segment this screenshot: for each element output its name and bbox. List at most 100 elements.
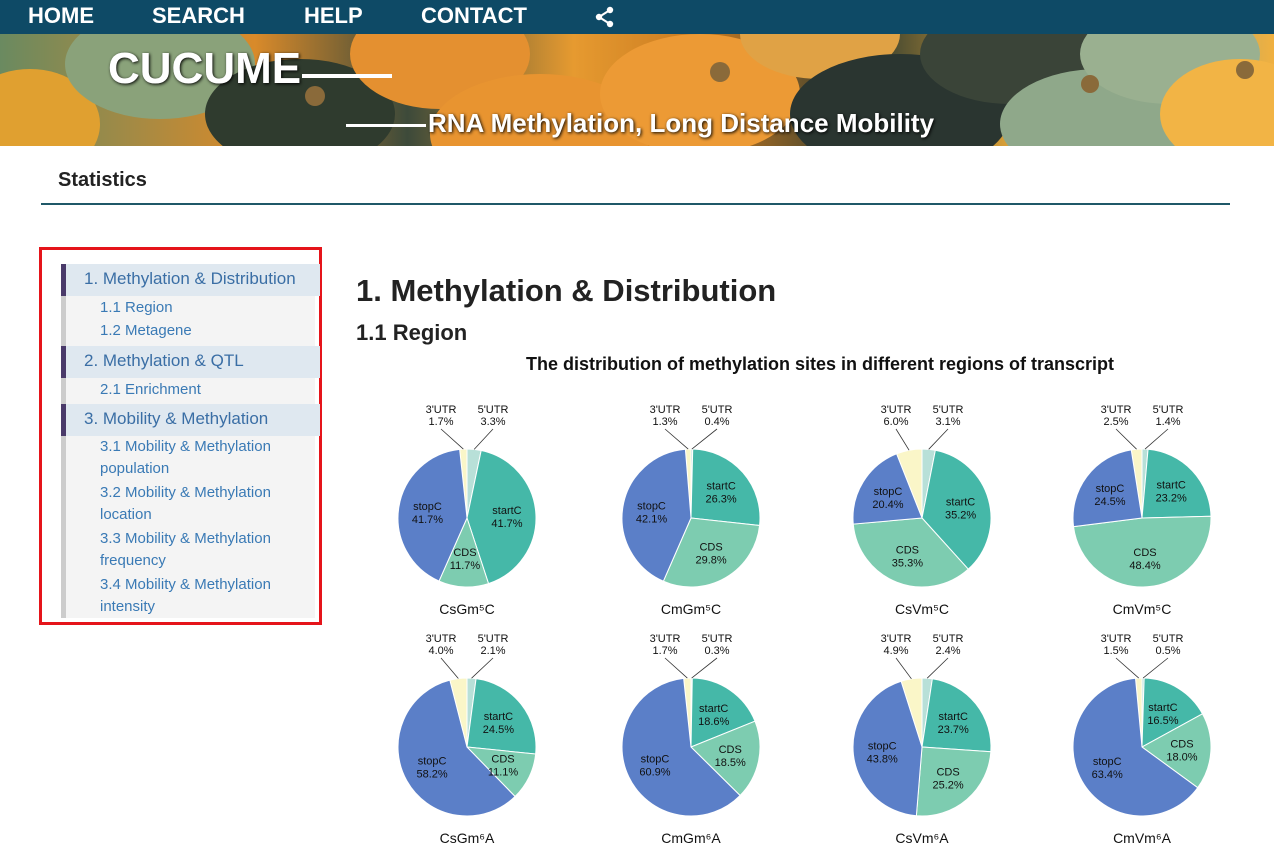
slice-value: 1.7% <box>428 416 453 428</box>
leader-line <box>1144 428 1169 450</box>
slice-value: 23.2% <box>1156 493 1187 505</box>
toc-item-1-1[interactable]: 1.1 Region <box>100 297 300 319</box>
subsection-heading: 1.1 Region <box>356 320 468 345</box>
slice-label: stopC <box>418 756 447 768</box>
slice-value: 41.7% <box>412 514 443 526</box>
toc-item-1-2[interactable]: 1.2 Metagene <box>100 320 300 342</box>
slice-label: 5'UTR <box>702 633 733 645</box>
leader-line <box>895 428 910 451</box>
leader-line <box>1142 657 1169 679</box>
slice-label: 5'UTR <box>933 633 964 645</box>
leader-line <box>1115 657 1140 679</box>
pie-chart: startC23.7% CDS25.2% stopC43.8% 3'UTR4.9% 5'… <box>852 633 992 846</box>
pie-chart-label: CmVm⁵C <box>1113 601 1172 617</box>
toc-item-3-2[interactable]: 3.2 Mobility & Methylation location <box>100 482 300 526</box>
slice-label: CDS <box>453 547 476 559</box>
pie-chart-label: CmVm⁶A <box>1113 830 1172 846</box>
slice-label: CDS <box>896 544 919 556</box>
slice-label: startC <box>939 711 968 723</box>
leader-line <box>691 428 718 450</box>
slice-label: 3'UTR <box>1101 404 1132 416</box>
slice-label: startC <box>484 711 513 723</box>
toc-section-1[interactable]: 1. Methylation & Distribution <box>61 264 320 296</box>
slice-value: 0.3% <box>704 645 729 657</box>
slice-label: CDS <box>491 753 514 765</box>
slice-value: 43.8% <box>867 754 898 766</box>
slice-value: 2.5% <box>1103 416 1128 428</box>
slice-value: 24.5% <box>1094 496 1125 508</box>
nav-help[interactable]: HELP <box>304 3 363 29</box>
slice-label: 3'UTR <box>650 404 681 416</box>
slice-value: 24.5% <box>483 724 514 736</box>
slice-value: 11.7% <box>450 560 481 572</box>
leader-line <box>471 657 494 679</box>
slice-value: 41.7% <box>491 518 522 530</box>
slice-label: stopC <box>413 501 442 513</box>
pie-chart: startC41.7%CDS11.7%stopC41.7%3'UTR1.7%5'… <box>397 404 537 617</box>
slice-value: 11.1% <box>488 766 519 778</box>
slice-value: 48.4% <box>1129 560 1160 572</box>
toc-section-2[interactable]: 2. Methylation & QTL <box>61 346 320 378</box>
slice-label: 3'UTR <box>426 404 457 416</box>
slice-value: 35.3% <box>892 557 923 569</box>
slice-value: 20.4% <box>872 499 903 511</box>
slice-value: 6.0% <box>883 416 908 428</box>
slice-label: 5'UTR <box>702 404 733 416</box>
slice-value: 4.9% <box>883 645 908 657</box>
pie-chart-label: CsVm⁵C <box>895 601 949 617</box>
decorative-line <box>302 74 392 78</box>
slice-value: 63.4% <box>1092 769 1123 781</box>
toc-section-3[interactable]: 3. Mobility & Methylation <box>61 404 320 436</box>
pie-chart: startC26.3% CDS29.8% stopC42.1% 3'UTR1.3% 5'… <box>621 404 761 617</box>
slice-label: 3'UTR <box>881 404 912 416</box>
leader-line <box>664 657 688 679</box>
top-nav: HOME SEARCH HELP CONTACT <box>0 0 1274 34</box>
slice-label: 5'UTR <box>1153 404 1184 416</box>
toc-item-3-1[interactable]: 3.1 Mobility & Methylation population <box>100 436 300 480</box>
pie-chart: startC24.5% CDS11.1% stopC58.2% 3'UTR4.0% 5'… <box>397 633 537 846</box>
chart-title: The distribution of methylation sites in… <box>526 354 1115 374</box>
nav-search[interactable]: SEARCH <box>152 3 245 29</box>
toc-item-3-3[interactable]: 3.3 Mobility & Methylation frequency <box>100 528 300 572</box>
pie-chart-label: CsGm⁵C <box>439 601 495 617</box>
header-banner: CUCUME RNA Methylation, Long Distance Mo… <box>0 34 1274 146</box>
leader-line <box>895 657 912 680</box>
slice-value: 0.5% <box>1155 645 1180 657</box>
toc-list: 1. Methylation & Distribution 1.1 Region… <box>61 264 320 618</box>
slice-value: 18.0% <box>1166 752 1197 764</box>
slice-label: stopC <box>868 741 897 753</box>
leader-line <box>1115 428 1137 450</box>
slice-label: stopC <box>637 500 666 512</box>
leader-line <box>691 657 718 679</box>
slice-value: 1.4% <box>1155 416 1180 428</box>
slice-label: 3'UTR <box>881 633 912 645</box>
slice-label: 3'UTR <box>426 633 457 645</box>
toc-item-3-4[interactable]: 3.4 Mobility & Methylation intensity <box>100 574 300 618</box>
slice-label: startC <box>492 505 521 517</box>
slice-value: 3.1% <box>935 416 960 428</box>
section-heading: 1. Methylation & Distribution <box>356 273 777 308</box>
leader-line <box>473 428 494 450</box>
site-logo-text[interactable]: CUCUME <box>108 44 301 94</box>
leader-line <box>440 428 464 450</box>
slice-value: 23.7% <box>938 724 969 736</box>
nav-home[interactable]: HOME <box>28 3 94 29</box>
slice-value: 58.2% <box>416 769 447 781</box>
slice-value: 1.7% <box>652 645 677 657</box>
pie-chart: startC35.2% CDS35.3% stopC20.4% 3'UTR6.0% 5'… <box>852 404 992 617</box>
slice-value: 3.3% <box>480 416 505 428</box>
toc-item-2-1[interactable]: 2.1 Enrichment <box>100 379 300 401</box>
nav-contact[interactable]: CONTACT <box>421 3 527 29</box>
share-icon[interactable] <box>594 6 616 28</box>
slice-label: startC <box>699 703 728 715</box>
slice-label: startC <box>946 496 975 508</box>
leader-line <box>440 657 459 679</box>
leader-line <box>926 657 949 679</box>
slice-label: stopC <box>1093 756 1122 768</box>
slice-value: 60.9% <box>639 766 670 778</box>
slice-value: 4.0% <box>428 645 453 657</box>
slice-value: 1.3% <box>652 416 677 428</box>
pie-chart-label: CsVm⁶A <box>895 830 949 846</box>
pie-chart: startC23.2% CDS48.4% stopC24.5% 3'UTR2.5% 5'… <box>1072 404 1212 617</box>
page-title: Statistics <box>58 169 147 191</box>
